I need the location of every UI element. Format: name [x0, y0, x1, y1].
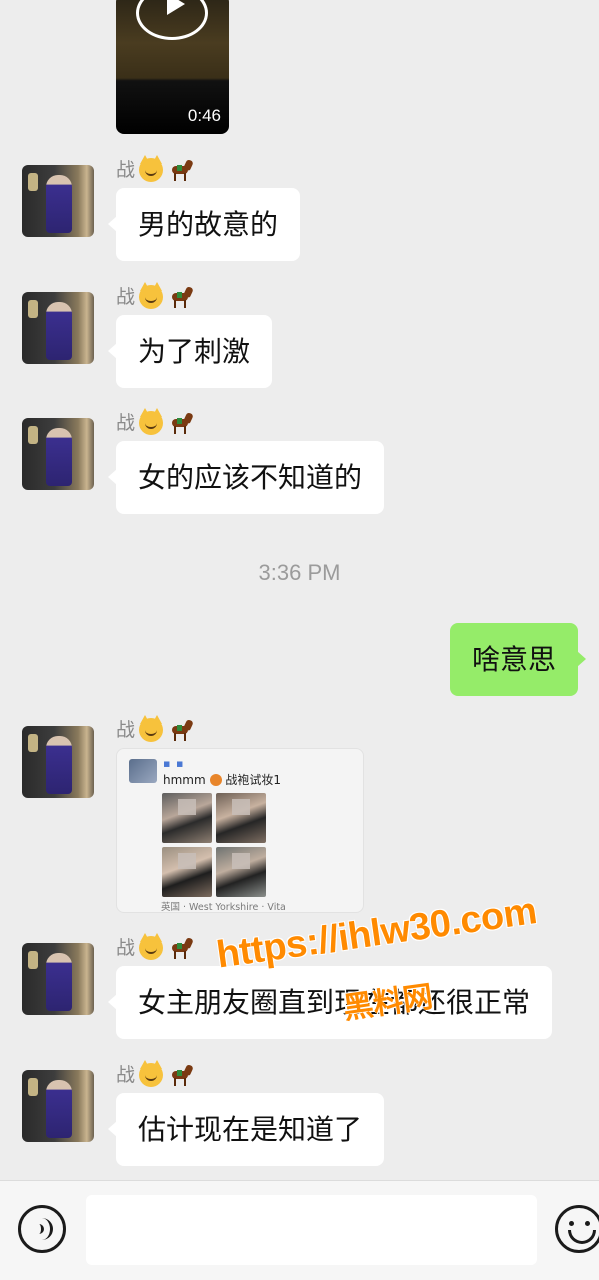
post-location: 英国 · West Yorkshire · Vita — [161, 902, 286, 913]
message-input[interactable] — [86, 1195, 537, 1265]
cat-emoji-icon — [139, 933, 164, 960]
message-bubble[interactable]: 为了刺激 — [107, 315, 273, 388]
post-photo[interactable] — [216, 793, 266, 843]
avatar[interactable] — [22, 292, 94, 364]
emoji-icon[interactable] — [555, 1205, 599, 1253]
video-message[interactable]: 0:46 — [116, 0, 229, 134]
sender-name: 战 — [116, 408, 196, 436]
post-author-avatar — [129, 759, 157, 783]
message-bubble[interactable]: 女主朋友圈直到现在都还很正常 — [107, 966, 553, 1039]
shared-post-card[interactable]: ▪ ▪ hmmm 战袍试妆1 英国 · West Yorkshire · Vit… — [116, 748, 364, 913]
avatar[interactable] — [22, 165, 94, 237]
post-photo[interactable] — [162, 793, 212, 843]
avatar[interactable] — [22, 943, 94, 1015]
message-bubble[interactable]: 估计现在是知道了 — [107, 1093, 385, 1166]
horse-emoji-icon — [168, 158, 196, 182]
message-bubble[interactable]: 男的故意的 — [107, 188, 301, 261]
horse-emoji-icon — [168, 936, 196, 960]
horse-emoji-icon — [168, 718, 196, 742]
cat-emoji-icon — [139, 408, 164, 435]
horse-emoji-icon — [168, 1063, 196, 1087]
message-bubble[interactable]: 女的应该不知道的 — [107, 441, 385, 514]
post-photo[interactable] — [162, 847, 212, 897]
chat-timestamp: 3:36 PM — [258, 560, 341, 585]
sender-name: 战 — [116, 282, 196, 310]
sender-name: 战 — [116, 155, 196, 183]
sender-name: 战 — [116, 715, 196, 743]
play-icon[interactable] — [136, 0, 208, 40]
pumpkin-emoji-icon — [209, 774, 222, 786]
post-author-name: ▪ ▪ — [163, 757, 185, 770]
horse-emoji-icon — [168, 411, 196, 435]
video-duration: 0:46 — [187, 106, 221, 125]
cat-emoji-icon — [139, 1060, 164, 1087]
sender-name: 战 — [116, 933, 196, 961]
my-message-bubble[interactable]: 啥意思 — [449, 623, 587, 696]
sender-name: 战 — [116, 1060, 196, 1088]
avatar[interactable] — [22, 726, 94, 798]
avatar[interactable] — [22, 418, 94, 490]
cat-emoji-icon — [139, 282, 164, 309]
post-caption: hmmm 战袍试妆1 — [163, 773, 281, 787]
cat-emoji-icon — [139, 715, 164, 742]
cat-emoji-icon — [139, 155, 164, 182]
post-photo[interactable] — [216, 847, 266, 897]
avatar[interactable] — [22, 1070, 94, 1142]
voice-icon[interactable] — [18, 1205, 66, 1253]
horse-emoji-icon — [168, 285, 196, 309]
